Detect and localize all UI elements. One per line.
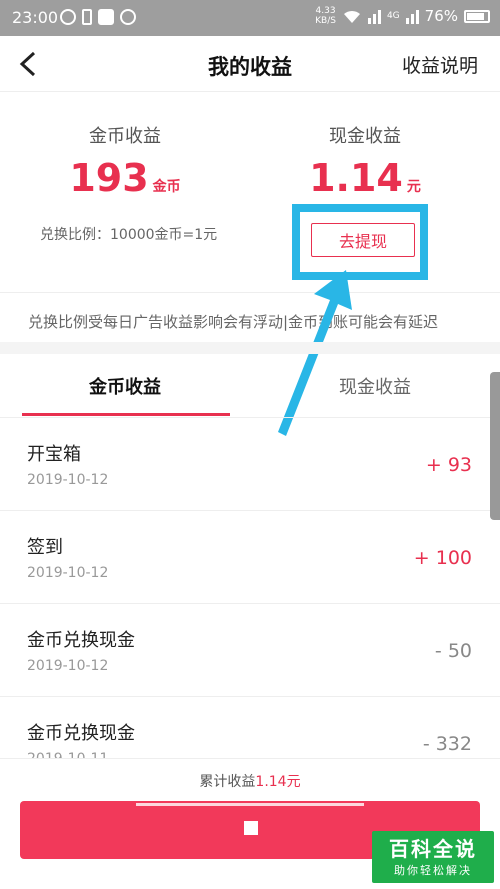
coin-earnings-unit: 金币 <box>152 179 181 195</box>
tab-cash-earnings[interactable]: 现金收益 <box>250 354 500 418</box>
cash-earnings-value: 1.14 元 <box>240 156 490 200</box>
status-bar: 23:00 4.33 KB/S 4G 76% <box>0 0 500 36</box>
record-amount: - 50 <box>434 640 472 662</box>
record-date: 2019-10-12 <box>27 565 109 581</box>
earnings-tabs: 金币收益 现金收益 <box>0 354 500 418</box>
record-date: 2019-10-12 <box>27 658 109 674</box>
record-date: 2019-10-12 <box>27 472 109 488</box>
record-amount: + 93 <box>425 454 472 476</box>
active-tab-indicator <box>22 413 230 416</box>
status-icons-left <box>60 9 136 25</box>
battery-icon <box>464 9 490 23</box>
earnings-list: 开宝箱 2019-10-12 + 93 签到 2019-10-12 + 100 … <box>0 418 500 790</box>
qq-icon <box>120 9 136 25</box>
exchange-ratio: 兑换比例：10000金币=1元 <box>40 227 218 243</box>
signal-icon-2 <box>405 8 419 24</box>
coin-earnings-value: 193 金币 <box>0 156 250 200</box>
coin-earnings-block: 金币收益 193 金币 <box>0 122 250 200</box>
exchange-notice: 兑换比例受每日广告收益影响会有浮动|金币到账可能会有延迟 <box>0 292 500 332</box>
cash-earnings-number: 1.14 <box>309 156 403 200</box>
withdraw-button[interactable]: 去提现 <box>311 223 415 257</box>
battery-percent: 76% <box>424 7 458 25</box>
header: 我的收益 收益说明 <box>0 36 500 92</box>
alarm-icon <box>60 9 76 25</box>
signal-icon <box>367 8 381 24</box>
cash-earnings-unit: 元 <box>406 179 421 195</box>
status-icons-right: 4.33 KB/S 4G 76% <box>315 6 490 26</box>
coin-earnings-label: 金币收益 <box>89 126 161 147</box>
signal-type-label: 4G <box>386 11 400 21</box>
shield-app-icon <box>98 9 114 25</box>
watermark-sub: 助你轻松解决 <box>394 864 472 877</box>
loading-indicator-icon <box>244 821 258 835</box>
cash-earnings-label: 现金收益 <box>329 126 401 147</box>
record-title: 金币兑换现金 <box>27 630 135 651</box>
back-icon[interactable] <box>16 50 42 78</box>
button-handle <box>136 803 364 806</box>
earnings-summary: 金币收益 193 金币 现金收益 1.14 元 兑换比例：10000金币=1元 去提… <box>0 92 500 342</box>
cash-earnings-block: 现金收益 1.14 元 <box>240 122 490 200</box>
status-time: 23:00 <box>12 8 59 27</box>
record-title: 开宝箱 <box>27 444 81 465</box>
wifi-icon <box>343 10 360 23</box>
record-amount: + 100 <box>413 547 472 569</box>
total-earnings-value: 1.14元 <box>255 774 301 790</box>
list-item[interactable]: 签到 2019-10-12 + 100 <box>0 511 500 604</box>
watermark-logo: 百科全说 助你轻松解决 <box>372 831 494 883</box>
coin-earnings-number: 193 <box>69 156 149 200</box>
tab-coin-earnings[interactable]: 金币收益 <box>0 354 250 418</box>
total-earnings: 累计收益1.14元 <box>0 771 500 791</box>
bluetooth-icon <box>82 9 92 25</box>
list-item[interactable]: 开宝箱 2019-10-12 + 93 <box>0 418 500 511</box>
watermark-main: 百科全说 <box>389 837 477 861</box>
record-amount: - 332 <box>422 733 472 755</box>
record-title: 金币兑换现金 <box>27 723 135 744</box>
scrollbar[interactable] <box>490 372 500 520</box>
earnings-info-link[interactable]: 收益说明 <box>402 51 478 78</box>
net-speed: 4.33 KB/S <box>315 6 336 26</box>
total-earnings-label: 累计收益 <box>199 774 256 790</box>
section-divider <box>0 342 500 354</box>
record-title: 签到 <box>27 537 63 558</box>
list-item[interactable]: 金币兑换现金 2019-10-12 - 50 <box>0 604 500 697</box>
